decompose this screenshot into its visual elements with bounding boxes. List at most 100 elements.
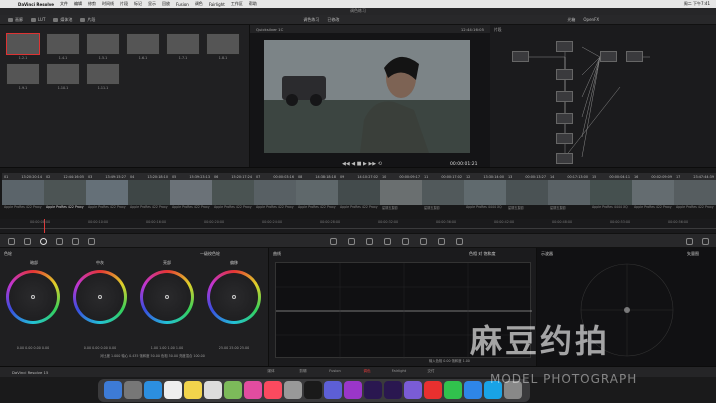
page-fusion[interactable]: Fusion: [322, 369, 348, 373]
node-7[interactable]: [556, 153, 573, 164]
clip-thumbnail[interactable]: 13 00:00:13:27 星期五摄影: [506, 173, 548, 213]
clip-thumbnail[interactable]: 02 12:44:16:05 Apple ProRes 422 Proxy: [44, 173, 86, 213]
lut-button[interactable]: LUT: [31, 17, 45, 22]
curves-mode[interactable]: 色相 对 饱和度: [469, 251, 496, 257]
gallery-button[interactable]: 画廊: [8, 17, 23, 23]
menu-item[interactable]: 修剪: [88, 1, 96, 7]
premiere-icon[interactable]: [324, 381, 342, 399]
clip-thumbnail[interactable]: 15 00:00:04:11 Apple ProRes 4444 XQ: [590, 173, 632, 213]
ae-icon[interactable]: [364, 381, 382, 399]
still-thumb[interactable]: [46, 33, 80, 55]
menu-item[interactable]: 片段: [120, 1, 128, 7]
still-thumb[interactable]: [206, 33, 240, 55]
still-thumb[interactable]: [6, 63, 40, 85]
menu-item[interactable]: 调色: [195, 1, 203, 7]
after-effects-icon[interactable]: [344, 381, 362, 399]
menu-item[interactable]: 文件: [60, 1, 68, 7]
wheel-lift[interactable]: [6, 270, 60, 324]
still-thumb[interactable]: [166, 33, 200, 55]
node-6[interactable]: [556, 133, 573, 144]
window-icon[interactable]: [366, 238, 373, 245]
menu-item[interactable]: Fairlight: [209, 2, 225, 7]
clip-thumbnail[interactable]: 04 13:20:18:10 Apple ProRes 422 Proxy: [128, 173, 170, 213]
tracker-icon[interactable]: [384, 238, 391, 245]
timeline-name[interactable]: Quicksilver 1C: [256, 27, 283, 32]
rgb-mixer-icon[interactable]: [56, 238, 63, 245]
node-2[interactable]: [556, 41, 573, 52]
key-icon[interactable]: [420, 238, 427, 245]
scopes-mode[interactable]: 矢量图: [687, 251, 699, 257]
ae2-icon[interactable]: [384, 381, 402, 399]
node-9[interactable]: [626, 51, 643, 62]
still-thumb[interactable]: [46, 63, 80, 85]
page-fairlight[interactable]: Fairlight: [386, 369, 412, 373]
node-4[interactable]: [556, 91, 573, 102]
clip-thumbnail[interactable]: 11 00:00:17:02 星期五摄影: [422, 173, 464, 213]
calendar-icon[interactable]: [164, 381, 182, 399]
color-wheels-icon[interactable]: [40, 238, 47, 245]
safari-icon[interactable]: [144, 381, 162, 399]
baidu-netdisk-icon[interactable]: [464, 381, 482, 399]
wheel-gain[interactable]: [140, 270, 194, 324]
page-color[interactable]: 调色: [354, 369, 380, 374]
blur-icon[interactable]: [402, 238, 409, 245]
menu-item[interactable]: 帮助: [249, 1, 257, 7]
clip-thumbnail[interactable]: 06 15:20:17:24 Apple ProRes 422 Proxy: [212, 173, 254, 213]
wheel-offset[interactable]: [207, 270, 261, 324]
menu-item[interactable]: 时间线: [102, 1, 114, 7]
page-edit[interactable]: 剪辑: [290, 369, 316, 374]
qualifier-icon[interactable]: [348, 238, 355, 245]
hdr-icon[interactable]: [88, 238, 95, 245]
lightbox-button[interactable]: 光箱: [567, 17, 575, 23]
scopes-icon[interactable]: [686, 238, 693, 245]
node-5[interactable]: [556, 113, 573, 124]
clip-thumbnail[interactable]: 01 13:20:20:14 Apple ProRes 422 Proxy: [2, 173, 44, 213]
clip-thumbnail[interactable]: 10 00:00:09:17 星期五摄影: [380, 173, 422, 213]
menu-item[interactable]: 回放: [162, 1, 170, 7]
wheel-handle[interactable]: [31, 295, 35, 299]
system-preferences-icon[interactable]: [284, 381, 302, 399]
openfx-button[interactable]: OpenFX: [583, 17, 599, 22]
launchpad-icon[interactable]: [124, 381, 142, 399]
still-thumb[interactable]: [86, 63, 120, 85]
clip-thumbnail[interactable]: 08 14:38:18:18 Apple ProRes 422 Proxy: [296, 173, 338, 213]
still-thumb[interactable]: [126, 33, 160, 55]
clip-thumbnail[interactable]: 07 00:00:03:16 Apple ProRes 422 Proxy: [254, 173, 296, 213]
media-pool-button[interactable]: 媒体池: [53, 17, 72, 23]
netease-music-icon[interactable]: [424, 381, 442, 399]
node-1[interactable]: [512, 51, 529, 62]
3d-icon[interactable]: [456, 238, 463, 245]
reminders-icon[interactable]: [204, 381, 222, 399]
clip-thumbnail[interactable]: 17 23:47:44:39 Apple ProRes 422 Proxy: [674, 173, 716, 213]
mini-timeline[interactable]: 00:00:08:00 00:00:10:00 00:00:16:00 00:00:2…: [0, 219, 716, 233]
info-icon[interactable]: [702, 238, 709, 245]
resolve-icon[interactable]: [304, 381, 322, 399]
menu-item[interactable]: Fusion: [176, 2, 189, 7]
clip-thumbnail[interactable]: 16 00:02:09:09 Apple ProRes 422 Proxy: [632, 173, 674, 213]
app-icon[interactable]: [404, 381, 422, 399]
primary-params[interactable]: 对比度 1.000 轴心 0.435 饱和度 50.00 色相 50.00 亮度…: [0, 353, 268, 361]
clips-button[interactable]: 片段: [80, 17, 95, 23]
page-media[interactable]: 媒体: [258, 369, 284, 374]
sizing-icon[interactable]: [438, 238, 445, 245]
clip-thumbnail[interactable]: 05 15:39:23:13 Apple ProRes 422 Proxy: [170, 173, 212, 213]
wheel-values[interactable]: 0.00 0.00 0.00 0.00: [3, 346, 63, 350]
wheel-values[interactable]: 0.00 0.00 0.00 0.00: [70, 346, 130, 350]
menu-item[interactable]: 编辑: [74, 1, 82, 7]
node-8[interactable]: [600, 51, 617, 62]
still-thumb[interactable]: [6, 33, 40, 55]
finder-icon[interactable]: [104, 381, 122, 399]
wheel-handle[interactable]: [98, 295, 102, 299]
notes-icon[interactable]: [184, 381, 202, 399]
clip-thumbnail[interactable]: 03 13:49:15:27 Apple ProRes 422 Proxy: [86, 173, 128, 213]
clip-thumbnail[interactable]: 14 00:17:13:00 星期五摄影: [548, 173, 590, 213]
menu-item[interactable]: 标记: [134, 1, 142, 7]
menu-app-name[interactable]: DaVinci Resolve: [18, 2, 54, 7]
music-icon[interactable]: [264, 381, 282, 399]
color-match-icon[interactable]: [24, 238, 31, 245]
clip-thumbnail[interactable]: 12 13:30:14:00 Apple ProRes 4444 XQ: [464, 173, 506, 213]
motion-effects-icon[interactable]: [72, 238, 79, 245]
page-deliver[interactable]: 交付: [418, 369, 444, 374]
wheel-handle[interactable]: [232, 295, 236, 299]
wechat-icon[interactable]: [444, 381, 462, 399]
